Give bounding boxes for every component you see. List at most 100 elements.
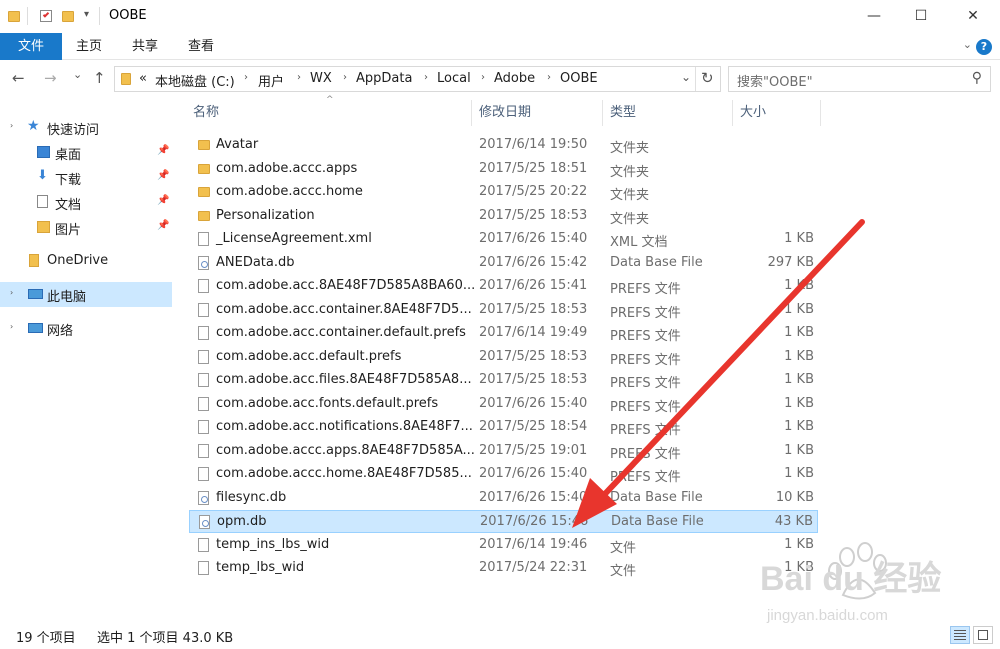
file-row[interactable]: com.adobe.accc.home 2017/5/25 20:22 文件夹 [189, 181, 818, 204]
file-row[interactable]: com.adobe.acc.fonts.default.prefs 2017/6/… [189, 393, 818, 416]
file-date: 2017/5/25 20:22 [479, 184, 588, 199]
minimize-button[interactable]: — [851, 0, 897, 33]
expand-arrow-icon[interactable]: › [10, 121, 13, 130]
breadcrumb-oobe[interactable]: OOBE [560, 71, 598, 86]
recent-locations-icon[interactable]: ⌄ [73, 68, 82, 81]
nav-downloads[interactable]: ⬇ 下载 📌 [0, 165, 172, 190]
nav-documents[interactable]: 文档 📌 [0, 190, 172, 215]
file-name: com.adobe.accc.home.8AE48F7D585... [216, 466, 472, 481]
file-date: 2017/5/24 22:31 [479, 560, 588, 575]
file-name: temp_ins_lbs_wid [216, 536, 330, 552]
pin-icon[interactable]: 📌 [157, 170, 169, 181]
details-view-button[interactable] [950, 626, 970, 644]
breadcrumb-overflow[interactable]: « [139, 71, 147, 86]
nav-pictures[interactable]: 图片 📌 [0, 215, 172, 240]
file-icon [198, 349, 209, 364]
new-folder-icon[interactable] [62, 9, 76, 23]
file-date: 2017/6/26 15:46 [480, 514, 589, 529]
chevron-right-icon[interactable]: › [481, 72, 485, 83]
chevron-right-icon[interactable]: › [424, 72, 428, 83]
properties-icon[interactable] [40, 9, 54, 23]
breadcrumb-wx[interactable]: WX [310, 71, 332, 86]
address-dropdown-icon[interactable]: ⌄ [681, 70, 691, 84]
tab-share[interactable]: 共享 [118, 33, 172, 60]
tab-home[interactable]: 主页 [62, 33, 116, 60]
refresh-icon[interactable]: ↻ [701, 69, 714, 87]
nav-this-pc[interactable]: › 此电脑 [0, 282, 172, 307]
column-header-type[interactable]: 类型 [610, 98, 636, 128]
chevron-right-icon[interactable]: › [244, 72, 248, 83]
maximize-button[interactable]: ☐ [898, 0, 944, 33]
file-row[interactable]: temp_ins_lbs_wid 2017/6/14 19:46 文件 1 KB [189, 534, 818, 557]
close-button[interactable]: ✕ [950, 0, 996, 33]
nav-network[interactable]: › 网络 [0, 316, 172, 341]
chevron-right-icon[interactable]: › [297, 72, 301, 83]
file-row[interactable]: opm.db 2017/6/26 15:46 Data Base File 43 KB [189, 510, 818, 533]
expand-arrow-icon[interactable]: › [10, 322, 13, 331]
file-row[interactable]: com.adobe.acc.default.prefs 2017/5/25 18:… [189, 346, 818, 369]
search-placeholder[interactable]: 搜索"OOBE" [737, 71, 813, 90]
tab-view[interactable]: 查看 [174, 33, 228, 60]
expand-ribbon-icon[interactable]: ⌄ [963, 38, 972, 51]
nav-label: 桌面 [55, 148, 82, 163]
nav-quick-access[interactable]: › ★ 快速访问 [0, 115, 172, 140]
column-header-size[interactable]: 大小 [740, 98, 766, 128]
search-icon[interactable]: ⚲ [972, 70, 982, 86]
column-header-date[interactable]: 修改日期 [479, 98, 531, 128]
file-icon [198, 279, 209, 293]
expand-arrow-icon[interactable]: › [10, 288, 13, 297]
pin-icon[interactable]: 📌 [157, 195, 169, 206]
address-bar[interactable]: « 本地磁盘 (C:) › 用户 › WX › AppData › Local … [114, 66, 721, 92]
file-name: filesync.db [216, 489, 287, 505]
file-row[interactable]: com.adobe.acc.notifications.8AE48F7... 20… [189, 416, 818, 439]
file-icon [198, 232, 209, 246]
help-icon[interactable]: ? [976, 39, 992, 55]
selection-info: 选中 1 个项目 43.0 KB [97, 631, 234, 646]
file-row[interactable]: ANEData.db 2017/6/26 15:42 Data Base File 2… [189, 252, 818, 275]
pin-icon[interactable]: 📌 [157, 220, 169, 231]
breadcrumb-drive[interactable]: 本地磁盘 (C:) [155, 71, 235, 90]
folder-icon [198, 210, 210, 221]
file-date: 2017/6/26 15:40 [479, 489, 588, 505]
breadcrumb-local[interactable]: Local [437, 71, 471, 86]
breadcrumb-adobe[interactable]: Adobe [494, 71, 535, 86]
file-row[interactable]: com.adobe.accc.home.8AE48F7D585... 2017/6… [189, 463, 818, 486]
file-size: 1 KB [784, 301, 814, 317]
search-box[interactable]: 搜索"OOBE" ⚲ [728, 66, 991, 92]
file-icon [198, 373, 209, 387]
nav-onedrive[interactable]: OneDrive [0, 249, 172, 274]
file-size: 43 KB [774, 514, 813, 529]
file-size: 1 KB [784, 231, 814, 246]
file-row[interactable]: com.adobe.accc.apps.8AE48F7D585A... 2017/… [189, 440, 818, 463]
file-row[interactable]: _LicenseAgreement.xml 2017/6/26 15:40 XML … [189, 228, 818, 251]
chevron-right-icon[interactable]: › [547, 72, 551, 83]
column-header-name[interactable]: 名称 [193, 98, 219, 128]
file-row[interactable]: com.adobe.acc.container.8AE48F7D5... 2017… [189, 299, 818, 322]
file-row[interactable]: com.adobe.accc.apps 2017/5/25 18:51 文件夹 [189, 158, 818, 181]
up-arrow-icon[interactable]: ↑ [93, 69, 106, 87]
back-arrow-icon[interactable]: ← [12, 69, 25, 87]
file-row[interactable]: temp_lbs_wid 2017/5/24 22:31 文件 1 KB [189, 557, 818, 580]
chevron-right-icon[interactable]: › [343, 72, 347, 83]
file-row[interactable]: com.adobe.acc.8AE48F7D585A8BA60... 2017/6… [189, 275, 818, 298]
tab-file[interactable]: 文件 [0, 33, 62, 60]
file-name: com.adobe.accc.home [216, 184, 363, 199]
breadcrumb-appdata[interactable]: AppData [356, 71, 412, 86]
file-row[interactable]: filesync.db 2017/6/26 15:40 Data Base File… [189, 487, 818, 510]
file-date: 2017/5/25 18:53 [479, 372, 588, 387]
file-type: Data Base File [610, 489, 703, 505]
file-row[interactable]: Personalization 2017/5/25 18:53 文件夹 [189, 205, 818, 228]
file-name: com.adobe.accc.apps.8AE48F7D585A... [216, 442, 475, 458]
customize-quick-access-icon[interactable]: ▾ [84, 9, 89, 20]
breadcrumb-users[interactable]: 用户 [258, 71, 284, 90]
file-row[interactable]: Avatar 2017/6/14 19:50 文件夹 [189, 134, 818, 157]
file-row[interactable]: com.adobe.acc.files.8AE48F7D585A8... 2017… [189, 369, 818, 392]
file-row[interactable]: com.adobe.acc.container.default.prefs 201… [189, 322, 818, 345]
file-type: 文件夹 [610, 211, 650, 227]
nav-desktop[interactable]: 桌面 📌 [0, 140, 172, 165]
forward-arrow-icon[interactable]: → [44, 69, 57, 87]
navigation-pane: › ★ 快速访问 桌面 📌 ⬇ 下载 📌 文档 📌 图片 📌 OneDrive [0, 98, 174, 620]
file-icon [198, 420, 209, 434]
pin-icon[interactable]: 📌 [157, 145, 169, 156]
large-icons-view-button[interactable] [973, 626, 993, 644]
